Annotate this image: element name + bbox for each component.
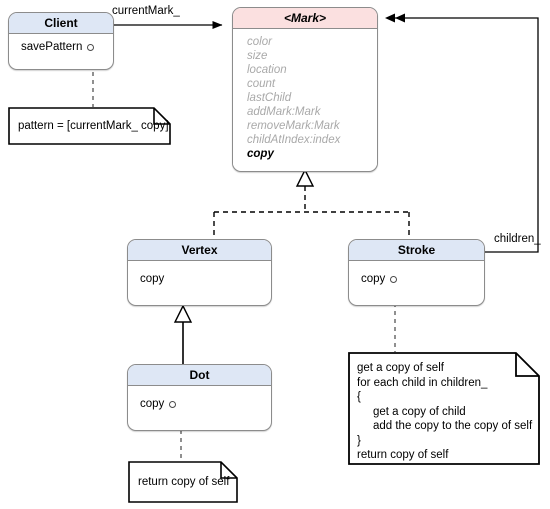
edge-generalization-vertex-dot bbox=[173, 304, 193, 364]
member-label: count bbox=[247, 78, 276, 90]
class-members-stroke: copy bbox=[349, 261, 484, 291]
interface-lollipop-icon bbox=[169, 400, 177, 408]
interface-lollipop-icon bbox=[390, 275, 398, 283]
class-members-dot: copy bbox=[128, 386, 271, 416]
edge-generalization-mark bbox=[213, 168, 410, 239]
member-row: copy bbox=[140, 397, 271, 411]
interface-lollipop-icon bbox=[87, 43, 95, 51]
class-name-stroke: Stroke bbox=[349, 240, 484, 261]
edge-stroke-children-to-mark bbox=[385, 13, 539, 257]
class-members-client: savePattern bbox=[9, 34, 113, 59]
member-label: copy bbox=[247, 148, 274, 160]
class-name-vertex: Vertex bbox=[128, 240, 271, 261]
member-label: copy bbox=[361, 273, 386, 285]
class-box-client[interactable]: Client savePattern bbox=[8, 12, 114, 70]
class-box-mark[interactable]: <Mark> color size location count lastChi… bbox=[232, 7, 378, 172]
member-row: savePattern bbox=[21, 40, 113, 54]
class-members-mark: color size location count lastChild addM… bbox=[233, 29, 377, 166]
note-dot-copy: return copy of self bbox=[128, 461, 238, 503]
note-text: get a copy of self for each child in chi… bbox=[357, 362, 533, 461]
member-label: location bbox=[247, 64, 287, 76]
note-text: return copy of self bbox=[138, 476, 230, 488]
member-row: copy bbox=[361, 272, 484, 286]
member-label: copy bbox=[140, 273, 165, 285]
member-label: color bbox=[247, 36, 272, 48]
class-name-client: Client bbox=[9, 13, 113, 34]
member-label: size bbox=[247, 50, 268, 62]
class-name-mark: <Mark> bbox=[233, 8, 377, 29]
member-row: copy bbox=[140, 272, 271, 286]
member-label: savePattern bbox=[21, 41, 83, 53]
class-members-vertex: copy bbox=[128, 261, 271, 291]
member-label: addMark:Mark bbox=[247, 106, 321, 118]
member-label: removeMark:Mark bbox=[247, 120, 340, 132]
member-label: childAtIndex:index bbox=[247, 134, 341, 146]
class-name-dot: Dot bbox=[128, 365, 271, 386]
class-box-vertex[interactable]: Vertex copy bbox=[127, 239, 272, 306]
uml-class-diagram: Mark (currentMark_ association) --> bbox=[0, 0, 550, 509]
member-label: lastChild bbox=[247, 92, 292, 104]
edge-label-current-mark: currentMark_ bbox=[112, 5, 180, 17]
member-label: copy bbox=[140, 398, 165, 410]
edge-label-children: children_ bbox=[494, 233, 541, 245]
note-client-pattern: pattern = [currentMark_ copy] bbox=[8, 107, 171, 145]
note-text: pattern = [currentMark_ copy] bbox=[18, 120, 169, 132]
class-box-dot[interactable]: Dot copy bbox=[127, 364, 272, 431]
note-stroke-copy-algorithm: get a copy of self for each child in chi… bbox=[348, 352, 540, 465]
class-box-stroke[interactable]: Stroke copy bbox=[348, 239, 485, 306]
